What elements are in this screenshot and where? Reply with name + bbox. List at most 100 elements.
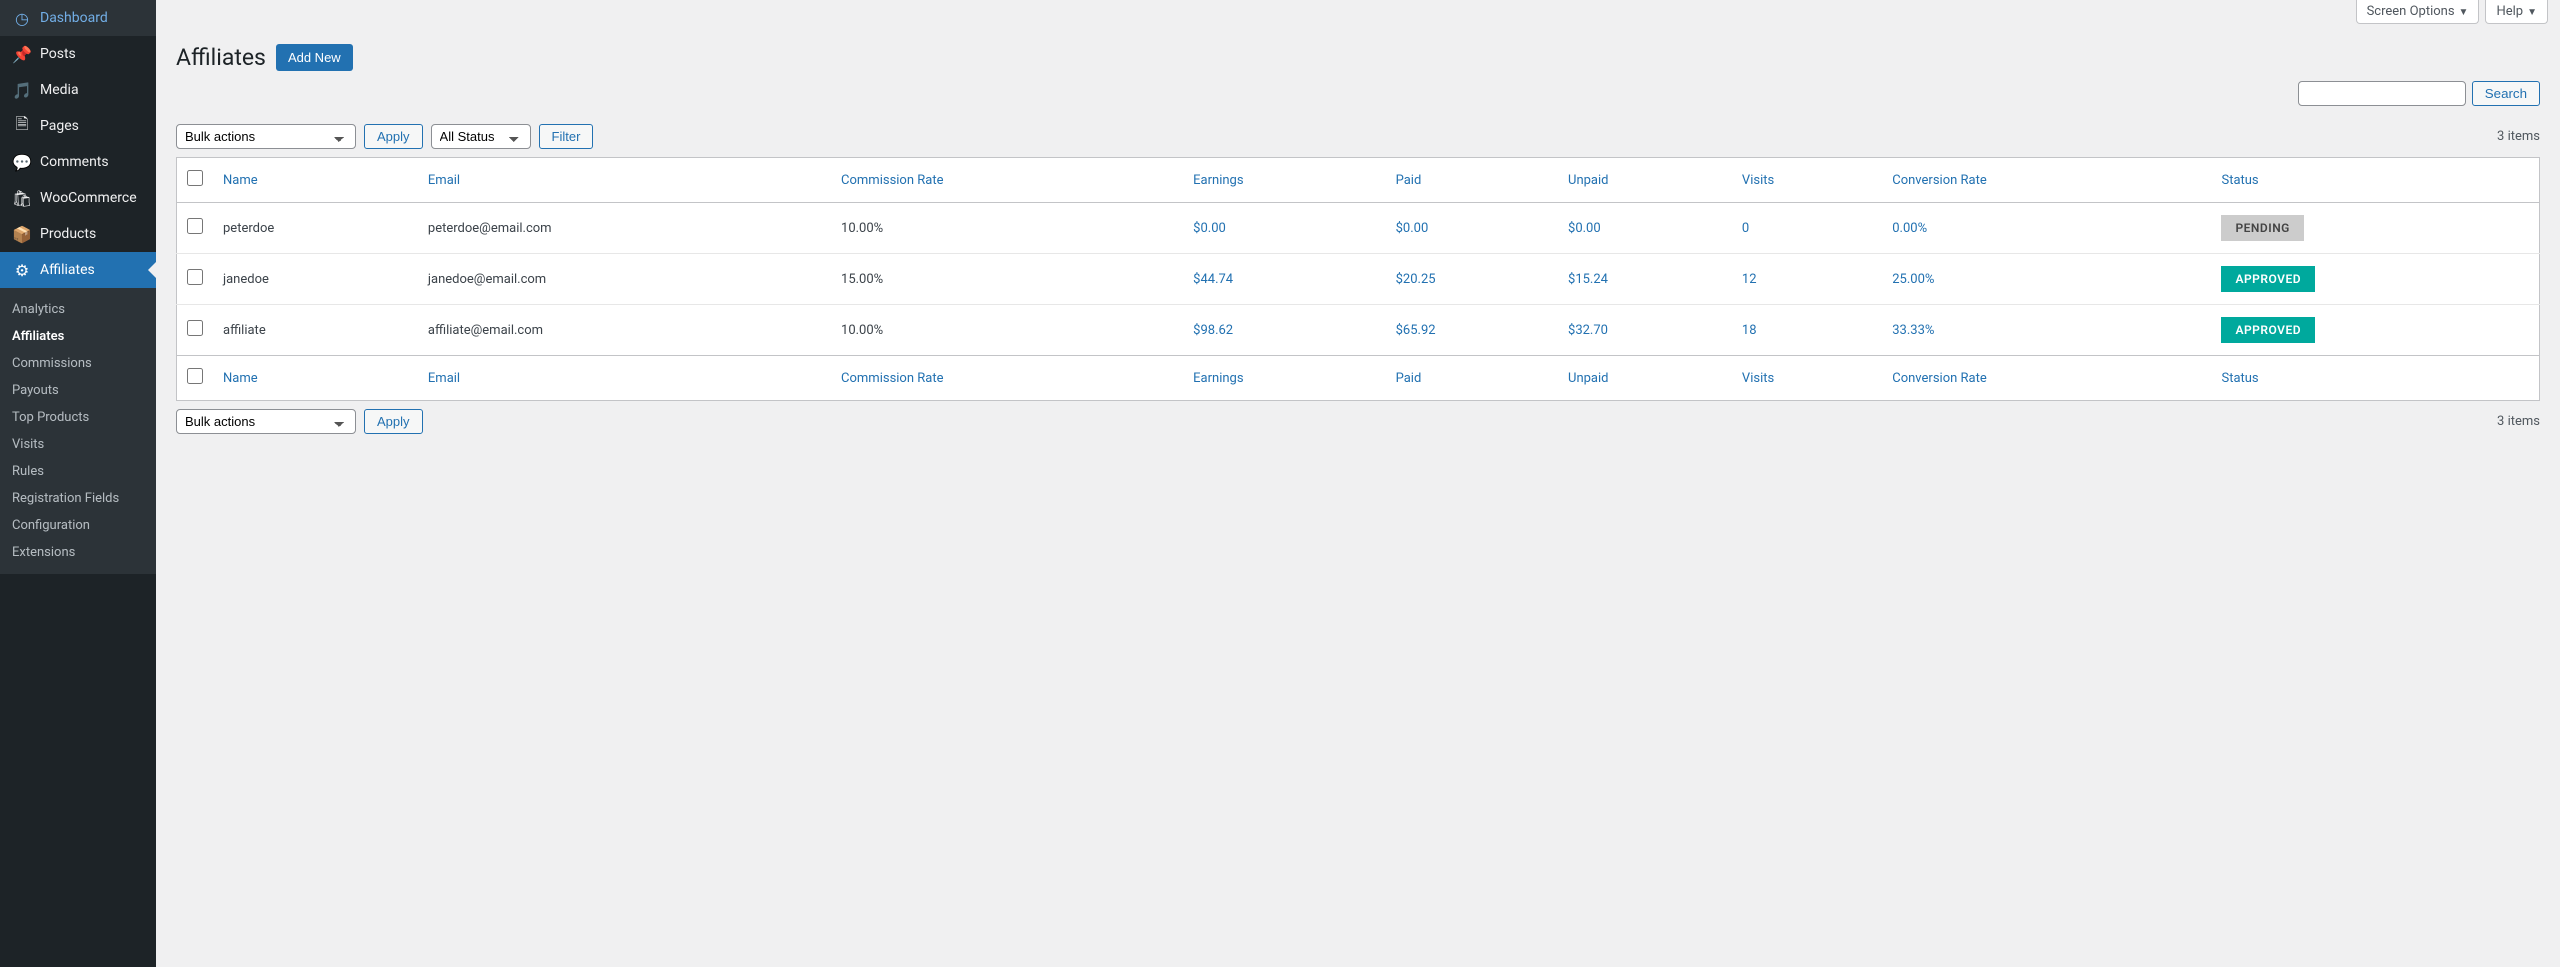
column-header-commission[interactable]: Commission Rate <box>831 158 1183 203</box>
sidebar-item-dashboard[interactable]: ◷Dashboard <box>0 0 156 36</box>
bulk-actions-select-bottom[interactable]: Bulk actions <box>176 409 356 434</box>
dashboard-icon: ◷ <box>12 8 32 28</box>
sidebar-item-label: Posts <box>40 46 76 62</box>
cell-conversion[interactable]: 33.33% <box>1882 305 2211 356</box>
cell-visits[interactable]: 18 <box>1732 305 1882 356</box>
cell-earnings[interactable]: $44.74 <box>1183 254 1385 305</box>
sidebar-item-products[interactable]: 📦 Products <box>0 216 156 252</box>
column-header-name[interactable]: Name <box>213 158 418 203</box>
column-header-unpaid[interactable]: Unpaid <box>1558 356 1732 401</box>
cell-status: PENDING <box>2211 203 2539 254</box>
cell-earnings[interactable]: $0.00 <box>1183 203 1385 254</box>
apply-button[interactable]: Apply <box>364 124 423 149</box>
column-header-visits[interactable]: Visits <box>1732 356 1882 401</box>
sidebar-item-label: Products <box>40 226 96 242</box>
table-row: peterdoepeterdoe@email.com10.00%$0.00$0.… <box>177 203 2540 254</box>
sidebar-item-label: Affiliates <box>40 262 95 278</box>
table-row: janedoejanedoe@email.com15.00%$44.74$20.… <box>177 254 2540 305</box>
sidebar-sub-analytics[interactable]: Analytics <box>0 296 156 323</box>
cell-earnings[interactable]: $98.62 <box>1183 305 1385 356</box>
search-input[interactable] <box>2298 81 2466 106</box>
sidebar-item-posts[interactable]: 📌Posts <box>0 36 156 72</box>
sidebar-item-pages[interactable]: 🗎Pages <box>0 108 156 144</box>
column-header-earnings[interactable]: Earnings <box>1183 356 1385 401</box>
status-badge: PENDING <box>2221 215 2303 241</box>
sidebar-sub-visits[interactable]: Visits <box>0 431 156 458</box>
row-checkbox[interactable] <box>187 320 203 336</box>
row-checkbox[interactable] <box>187 218 203 234</box>
column-header-status[interactable]: Status <box>2211 356 2539 401</box>
sidebar-sub-payouts[interactable]: Payouts <box>0 377 156 404</box>
pages-icon: 🗎 <box>12 116 32 136</box>
column-header-conversion[interactable]: Conversion Rate <box>1882 158 2211 203</box>
column-header-name[interactable]: Name <box>213 356 418 401</box>
cell-unpaid[interactable]: $0.00 <box>1558 203 1732 254</box>
main-content: Screen Options▼ Help▼ Affiliates Add New… <box>156 0 2560 967</box>
bulk-actions-select[interactable]: Bulk actions <box>176 124 356 149</box>
cell-visits[interactable]: 0 <box>1732 203 1882 254</box>
products-icon: 📦 <box>12 224 32 244</box>
sidebar-item-affiliates[interactable]: ⚙ Affiliates <box>0 252 156 288</box>
cell-conversion[interactable]: 25.00% <box>1882 254 2211 305</box>
column-header-email[interactable]: Email <box>418 158 831 203</box>
sidebar-item-comments[interactable]: 💬Comments <box>0 144 156 180</box>
apply-button-bottom[interactable]: Apply <box>364 409 423 434</box>
sidebar-sub-rules[interactable]: Rules <box>0 458 156 485</box>
sidebar-item-label: Comments <box>40 154 109 170</box>
status-filter-select[interactable]: All Status <box>431 124 531 149</box>
cell-commission: 15.00% <box>831 254 1183 305</box>
row-checkbox[interactable] <box>187 269 203 285</box>
cell-visits[interactable]: 12 <box>1732 254 1882 305</box>
sidebar-sub-affiliates[interactable]: Affiliates <box>0 323 156 350</box>
sidebar-item-label: Media <box>40 82 79 98</box>
admin-sidebar: ◷Dashboard📌Posts 🎵 Media 🗎Pages💬Comments🛍Wo… <box>0 0 156 967</box>
sidebar-sub-registration-fields[interactable]: Registration Fields <box>0 485 156 512</box>
column-header-conversion[interactable]: Conversion Rate <box>1882 356 2211 401</box>
sidebar-sub-extensions[interactable]: Extensions <box>0 539 156 566</box>
select-all-checkbox[interactable] <box>187 170 203 186</box>
cell-email: janedoe@email.com <box>418 254 831 305</box>
sidebar-item-media[interactable]: 🎵 Media <box>0 72 156 108</box>
cell-commission: 10.00% <box>831 305 1183 356</box>
screen-options-tab[interactable]: Screen Options▼ <box>2356 0 2480 24</box>
cell-paid[interactable]: $20.25 <box>1386 254 1558 305</box>
sidebar-item-label: WooCommerce <box>40 190 137 206</box>
search-button[interactable]: Search <box>2472 81 2540 106</box>
cell-unpaid[interactable]: $15.24 <box>1558 254 1732 305</box>
affiliates-table: NameEmailCommission RateEarningsPaidUnpa… <box>176 157 2540 401</box>
filter-button[interactable]: Filter <box>539 124 594 149</box>
cell-email: peterdoe@email.com <box>418 203 831 254</box>
cell-email: affiliate@email.com <box>418 305 831 356</box>
select-all-checkbox[interactable] <box>187 368 203 384</box>
cell-paid[interactable]: $0.00 <box>1386 203 1558 254</box>
affiliates-icon: ⚙ <box>12 260 32 280</box>
cell-paid[interactable]: $65.92 <box>1386 305 1558 356</box>
column-header-commission[interactable]: Commission Rate <box>831 356 1183 401</box>
sidebar-sub-top-products[interactable]: Top Products <box>0 404 156 431</box>
column-header-email[interactable]: Email <box>418 356 831 401</box>
items-count: 3 items <box>2497 129 2540 144</box>
cell-name: peterdoe <box>213 203 418 254</box>
media-icon: 🎵 <box>12 80 32 100</box>
sidebar-sub-commissions[interactable]: Commissions <box>0 350 156 377</box>
cell-status: APPROVED <box>2211 305 2539 356</box>
column-header-paid[interactable]: Paid <box>1386 158 1558 203</box>
cell-name: janedoe <box>213 254 418 305</box>
page-title: Affiliates <box>176 44 266 71</box>
column-header-status[interactable]: Status <box>2211 158 2539 203</box>
column-header-earnings[interactable]: Earnings <box>1183 158 1385 203</box>
items-count-bottom: 3 items <box>2497 414 2540 429</box>
help-tab[interactable]: Help▼ <box>2485 0 2548 24</box>
sidebar-sub-configuration[interactable]: Configuration <box>0 512 156 539</box>
sidebar-item-woocommerce[interactable]: 🛍WooCommerce <box>0 180 156 216</box>
status-badge: APPROVED <box>2221 317 2315 343</box>
column-header-paid[interactable]: Paid <box>1386 356 1558 401</box>
column-header-unpaid[interactable]: Unpaid <box>1558 158 1732 203</box>
chevron-down-icon: ▼ <box>2459 7 2469 18</box>
sidebar-submenu: AnalyticsAffiliatesCommissionsPayoutsTop… <box>0 288 156 574</box>
column-header-visits[interactable]: Visits <box>1732 158 1882 203</box>
cell-conversion[interactable]: 0.00% <box>1882 203 2211 254</box>
cell-unpaid[interactable]: $32.70 <box>1558 305 1732 356</box>
cell-commission: 10.00% <box>831 203 1183 254</box>
add-new-button[interactable]: Add New <box>276 44 353 71</box>
